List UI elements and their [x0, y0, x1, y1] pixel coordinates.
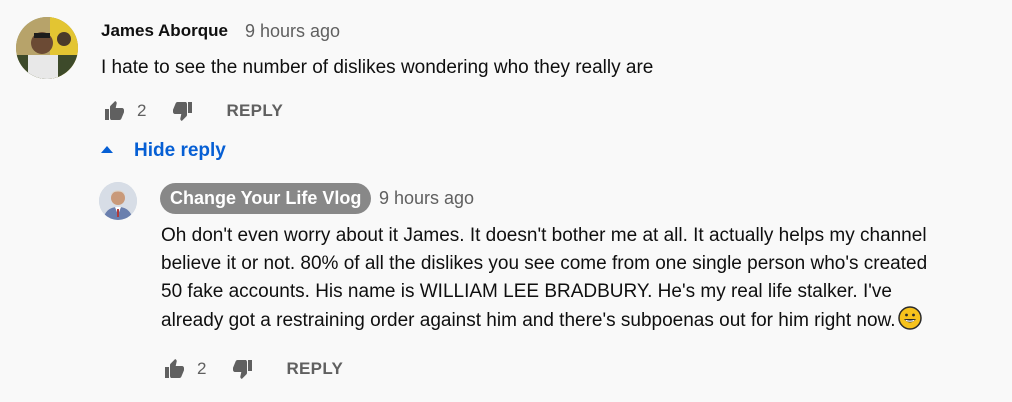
reply-text-line: believe it or not. 80% of all the dislik…: [161, 253, 928, 274]
comment-timestamp[interactable]: 9 hours ago: [245, 21, 340, 42]
hide-reply-toggle[interactable]: Hide reply: [100, 140, 226, 162]
reply-text-line: 50 fake accounts. His name is WILLIAM LE…: [161, 281, 892, 302]
comment-author[interactable]: James Aborque: [101, 21, 228, 41]
reply-text-line: already got a restraining order against …: [161, 306, 1011, 339]
thumbs-up-icon[interactable]: [159, 354, 189, 384]
channel-owner-badge[interactable]: Change Your Life Vlog: [160, 183, 372, 214]
avatar[interactable]: [16, 17, 78, 79]
caret-up-icon: [100, 142, 114, 160]
comment-toolbar: 2 REPLY: [99, 96, 283, 126]
thumbs-down-icon[interactable]: [168, 96, 198, 126]
grinning-face-emoji-icon: [897, 306, 922, 339]
reply-text-line-content: already got a restraining order against …: [161, 310, 896, 331]
reply-text-line: Oh don't even worry about it James. It d…: [161, 225, 927, 246]
like-count: 2: [137, 101, 147, 120]
reply-button[interactable]: REPLY: [286, 359, 343, 379]
reply-author: Change Your Life Vlog: [170, 188, 362, 208]
hide-reply-label: Hide reply: [134, 140, 226, 161]
like-count: 2: [197, 359, 207, 378]
comment-text: I hate to see the number of dislikes won…: [101, 57, 654, 78]
reply-avatar[interactable]: [99, 182, 137, 220]
thumbs-down-icon[interactable]: [228, 354, 258, 384]
reply-toolbar: 2 REPLY: [159, 354, 343, 384]
reply-text: Oh don't even worry about it James. It d…: [161, 222, 1011, 339]
thumbs-up-icon[interactable]: [99, 96, 129, 126]
reply-button[interactable]: REPLY: [226, 101, 283, 121]
reply-timestamp[interactable]: 9 hours ago: [379, 188, 474, 209]
